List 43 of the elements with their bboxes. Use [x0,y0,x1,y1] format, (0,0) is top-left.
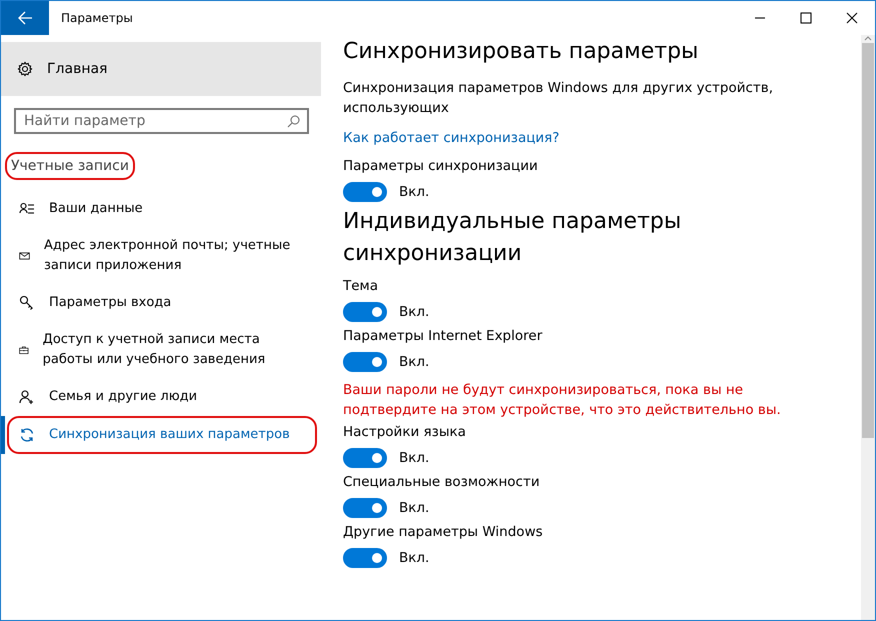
nav-item[interactable]: Ваши данные [1,190,321,228]
back-arrow-icon [17,10,33,26]
nav-item[interactable]: Адрес электронной почты; учетные записи приложения [1,228,321,284]
toggle-label: Другие параметры Windows [343,524,544,540]
sync-icon [19,427,35,443]
toggle-label: Специальные возможности [343,474,541,490]
toggle-switch[interactable] [343,182,387,202]
scrollbar[interactable] [861,35,875,620]
nav-item[interactable]: Семья и другие люди [1,378,321,416]
nav-item[interactable]: Синхронизация ваших параметров [1,416,321,454]
toggle-switch[interactable] [343,548,387,568]
search-field[interactable]: Найти параметр [14,108,309,134]
toggle-switch[interactable] [343,498,387,518]
window-title: Параметры [61,11,134,25]
toggle-label: Настройки языка [343,424,467,440]
section-heading: Учетные записи [5,152,135,180]
toggle-label: Тема [343,278,380,294]
nav-item[interactable]: Доступ к учетной записи места работы или учебного заведения [1,322,321,378]
scroll-up-icon[interactable] [864,35,872,43]
toggle-state: Вкл. [399,354,430,370]
toggle-state: Вкл. [399,550,430,566]
toggle-state: Вкл. [399,184,430,200]
nav-item[interactable]: Параметры входа [1,284,321,322]
key-icon [19,295,35,311]
description-text: Синхронизация параметров Windows для других устройств, использующих [343,79,774,118]
toggle-switch[interactable] [343,352,387,372]
close-icon [846,12,858,24]
toggle-label: Параметры Internet Explorer [343,328,544,344]
section-title: Индивидуальные параметры синхронизации [343,208,682,268]
settings-icon [17,61,33,77]
toggle-state: Вкл. [399,304,430,320]
search-icon [287,115,300,128]
toggle-switch[interactable] [343,448,387,468]
help-link[interactable]: Как работает синхронизация? [343,130,861,146]
maximize-icon [800,12,812,24]
person-add-icon [19,389,35,405]
toggle-label: Параметры синхронизации [343,158,539,174]
toggle-state: Вкл. [399,450,430,466]
warning-text: Ваши пароли не будут синхронизироваться, пока вы не подтвердите на этом устройстве, что это действительно вы. [343,381,782,420]
home-nav-item[interactable]: Главная [1,42,321,96]
toggle-state: Вкл. [399,500,430,516]
page-title: Синхронизировать параметры [343,39,700,64]
toggle-switch[interactable] [343,302,387,322]
